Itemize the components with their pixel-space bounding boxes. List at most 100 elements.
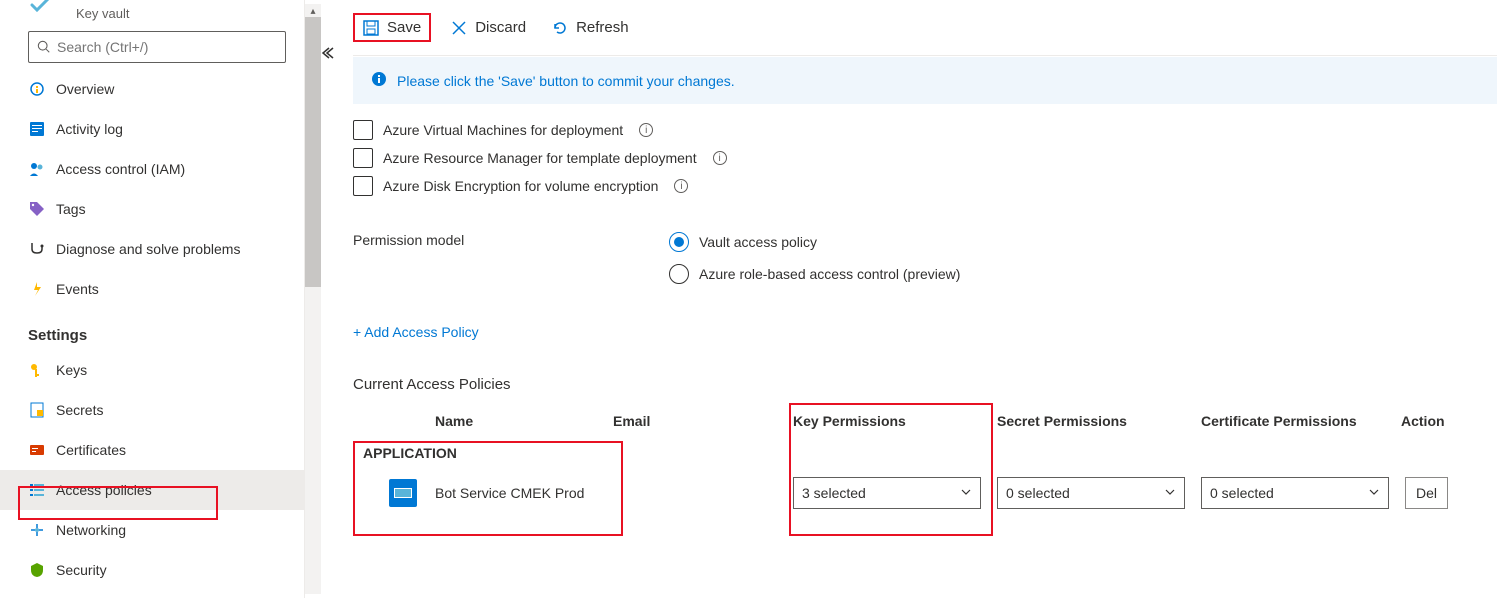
radio-vault-access-policy[interactable]: Vault access policy bbox=[669, 232, 960, 252]
sidebar-item-events[interactable]: Events bbox=[0, 269, 304, 309]
save-button[interactable]: Save bbox=[353, 13, 431, 42]
col-name: Name bbox=[353, 413, 613, 429]
sidebar-item-label: Tags bbox=[56, 201, 86, 217]
sidebar-item-label: Access policies bbox=[56, 482, 152, 498]
iam-icon bbox=[28, 160, 46, 178]
checkbox-arm-deployment[interactable]: Azure Resource Manager for template depl… bbox=[353, 148, 1497, 168]
info-tooltip-icon[interactable]: i bbox=[713, 151, 727, 165]
col-secret-permissions: Secret Permissions bbox=[997, 413, 1201, 429]
breadcrumb-resource-type: Key vault bbox=[76, 6, 129, 21]
scroll-up-icon[interactable]: ▴ bbox=[305, 4, 321, 17]
sidebar-item-diagnose[interactable]: Diagnose and solve problems bbox=[0, 229, 304, 269]
networking-icon bbox=[28, 521, 46, 539]
delete-button[interactable]: Del bbox=[1405, 477, 1448, 509]
breadcrumb: Key vault bbox=[0, 0, 304, 25]
permission-model-label: Permission model bbox=[353, 232, 669, 284]
sidebar-item-label: Diagnose and solve problems bbox=[56, 241, 240, 257]
keys-icon bbox=[28, 361, 46, 379]
checkbox-label: Azure Virtual Machines for deployment bbox=[383, 122, 623, 138]
sidebar-item-overview[interactable]: Overview bbox=[0, 69, 304, 109]
save-icon bbox=[363, 20, 379, 36]
access-policies-icon bbox=[28, 481, 46, 499]
checkbox-vm-deployment[interactable]: Azure Virtual Machines for deployment i bbox=[353, 120, 1497, 140]
info-banner: Please click the 'Save' button to commit… bbox=[353, 57, 1497, 104]
row-name-text: Bot Service CMEK Prod bbox=[435, 485, 584, 501]
radio-icon bbox=[669, 232, 689, 252]
col-certificate-permissions: Certificate Permissions bbox=[1201, 413, 1401, 429]
checkbox-label: Azure Disk Encryption for volume encrypt… bbox=[383, 178, 658, 194]
checkbox-icon bbox=[353, 176, 373, 196]
sidebar-item-keys[interactable]: Keys bbox=[0, 350, 304, 390]
sidebar-item-activity-log[interactable]: Activity log bbox=[0, 109, 304, 149]
checkbox-icon bbox=[353, 120, 373, 140]
info-banner-text: Please click the 'Save' button to commit… bbox=[397, 73, 735, 89]
sidebar-item-networking[interactable]: Networking bbox=[0, 510, 304, 550]
row-name-cell: Bot Service CMEK Prod bbox=[353, 479, 613, 507]
sidebar-item-label: Networking bbox=[56, 522, 126, 538]
sidebar-item-certificates[interactable]: Certificates bbox=[0, 430, 304, 470]
radio-icon bbox=[669, 264, 689, 284]
refresh-button-label: Refresh bbox=[576, 19, 629, 36]
delete-button-label: Del bbox=[1416, 485, 1437, 501]
activity-log-icon bbox=[28, 120, 46, 138]
diagnose-icon bbox=[28, 240, 46, 258]
dropdown-value: 3 selected bbox=[802, 485, 866, 501]
application-icon bbox=[389, 479, 417, 507]
resource-check-icon bbox=[30, 0, 50, 16]
checkbox-label: Azure Resource Manager for template depl… bbox=[383, 150, 697, 166]
sidebar-scrollbar[interactable]: ▴ bbox=[305, 4, 321, 594]
col-email: Email bbox=[613, 413, 793, 429]
sidebar-item-security[interactable]: Security bbox=[0, 550, 304, 590]
current-access-policies-heading: Current Access Policies bbox=[353, 376, 1497, 393]
dropdown-value: 0 selected bbox=[1210, 485, 1274, 501]
key-permissions-dropdown[interactable]: 3 selected bbox=[793, 477, 981, 509]
sidebar-scrollbar-thumb[interactable] bbox=[305, 17, 321, 287]
col-key-permissions: Key Permissions bbox=[793, 413, 997, 429]
info-tooltip-icon[interactable]: i bbox=[674, 179, 688, 193]
command-bar: Save Discard Refresh bbox=[353, 0, 1497, 56]
info-tooltip-icon[interactable]: i bbox=[639, 123, 653, 137]
search-icon bbox=[37, 40, 51, 54]
save-button-label: Save bbox=[387, 19, 421, 36]
secrets-icon bbox=[28, 401, 46, 419]
sidebar-item-label: Keys bbox=[56, 362, 87, 378]
checkbox-disk-encryption[interactable]: Azure Disk Encryption for volume encrypt… bbox=[353, 176, 1497, 196]
radio-label: Vault access policy bbox=[699, 234, 817, 250]
info-icon bbox=[371, 71, 387, 90]
sidebar-item-access-policies[interactable]: Access policies bbox=[0, 470, 304, 510]
sidebar-item-secrets[interactable]: Secrets bbox=[0, 390, 304, 430]
chevron-down-icon bbox=[1368, 485, 1380, 501]
discard-icon bbox=[451, 20, 467, 36]
table-header: Name Email Key Permissions Secret Permis… bbox=[353, 403, 1497, 439]
chevron-down-icon bbox=[960, 485, 972, 501]
search-input-wrap[interactable] bbox=[28, 31, 286, 63]
discard-button-label: Discard bbox=[475, 19, 526, 36]
sidebar-item-label: Secrets bbox=[56, 402, 103, 418]
radio-label: Azure role-based access control (preview… bbox=[699, 266, 960, 282]
sidebar-item-access-control[interactable]: Access control (IAM) bbox=[0, 149, 304, 189]
security-icon bbox=[28, 561, 46, 579]
sidebar-item-label: Events bbox=[56, 281, 99, 297]
add-access-policy-link[interactable]: + Add Access Policy bbox=[353, 324, 1497, 340]
events-icon bbox=[28, 280, 46, 298]
discard-button[interactable]: Discard bbox=[445, 15, 532, 40]
search-input[interactable] bbox=[57, 39, 277, 55]
certificate-permissions-dropdown[interactable]: 0 selected bbox=[1201, 477, 1389, 509]
dropdown-value: 0 selected bbox=[1006, 485, 1070, 501]
refresh-button[interactable]: Refresh bbox=[546, 15, 635, 40]
sidebar-item-label: Access control (IAM) bbox=[56, 161, 185, 177]
tags-icon bbox=[28, 200, 46, 218]
secret-permissions-dropdown[interactable]: 0 selected bbox=[997, 477, 1185, 509]
radio-rbac[interactable]: Azure role-based access control (preview… bbox=[669, 264, 960, 284]
checkbox-icon bbox=[353, 148, 373, 168]
access-policy-table: Name Email Key Permissions Secret Permis… bbox=[353, 403, 1497, 519]
sidebar-section-settings: Settings bbox=[0, 309, 304, 350]
sidebar-item-label: Security bbox=[56, 562, 107, 578]
sidebar-item-tags[interactable]: Tags bbox=[0, 189, 304, 229]
sidebar-item-label: Overview bbox=[56, 81, 114, 97]
col-action: Action bbox=[1401, 413, 1445, 429]
chevron-down-icon bbox=[1164, 485, 1176, 501]
refresh-icon bbox=[552, 20, 568, 36]
table-section-application: APPLICATION bbox=[353, 439, 1497, 467]
sidebar-item-label: Certificates bbox=[56, 442, 126, 458]
